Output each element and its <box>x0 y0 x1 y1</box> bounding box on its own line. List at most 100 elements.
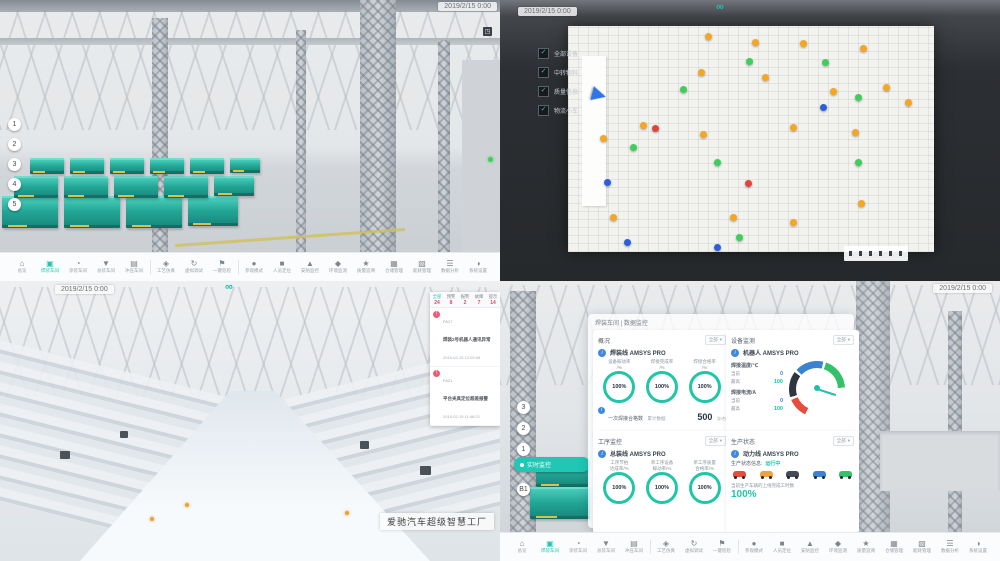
hotspot-badge[interactable]: 3 <box>8 158 21 171</box>
toolbar-item[interactable]: ↻ 虚拟调试 <box>682 539 707 555</box>
toolbar-item[interactable]: ▧ 能耗管理 <box>910 539 935 555</box>
toolbar-item[interactable]: ▲ 安防监控 <box>298 259 323 275</box>
checkbox-icon[interactable]: ✓ <box>538 48 549 59</box>
map-marker[interactable] <box>700 131 707 138</box>
toolbar-item[interactable]: ▼ 总装车间 <box>94 259 119 275</box>
hotspot-badge[interactable]: 5 <box>8 198 21 211</box>
hotspot-badge[interactable]: 4 <box>8 178 21 191</box>
map-marker[interactable] <box>855 94 862 101</box>
toolbar-item[interactable]: ◆ 环境监测 <box>326 259 351 275</box>
map-marker[interactable] <box>714 244 721 251</box>
map-marker[interactable] <box>800 40 807 47</box>
toolbar-item[interactable] <box>650 540 651 554</box>
map-marker[interactable] <box>855 159 862 166</box>
legend-row[interactable]: ✓ 物流小车 <box>538 105 578 116</box>
hotspot-badge[interactable]: 1 <box>8 118 21 131</box>
legend-row[interactable]: ✓ 全部设备 <box>538 48 578 59</box>
map-marker[interactable] <box>640 122 647 129</box>
filter-select[interactable]: 全部 ▾ <box>705 335 726 345</box>
toolbar-item[interactable]: ⌂ 总览 <box>10 259 35 275</box>
alarm-list-item[interactable]: ! FA17 焊装2号机器人通讯异常 2019-02-15 12:05:08 <box>430 308 500 367</box>
expand-button[interactable]: ◳ <box>483 27 492 36</box>
toolbar-item[interactable] <box>738 540 739 554</box>
checkbox-icon[interactable]: ✓ <box>538 67 549 78</box>
map-marker[interactable] <box>714 159 721 166</box>
map-marker[interactable] <box>610 214 617 221</box>
map-marker[interactable] <box>680 86 687 93</box>
map-marker[interactable] <box>624 239 631 246</box>
map-marker[interactable] <box>822 59 829 66</box>
toolbar-item[interactable] <box>238 260 239 274</box>
toolbar-item[interactable]: ■ 人员定位 <box>770 539 795 555</box>
toolbar-item[interactable]: ● 参观模式 <box>242 259 267 275</box>
toolbar-item[interactable]: ■ 人员定位 <box>270 259 295 275</box>
toolbar-item[interactable]: ▦ 仓储管理 <box>382 259 407 275</box>
map-marker[interactable] <box>858 200 865 207</box>
toolbar-item[interactable]: ◈ 工艺仿真 <box>154 259 179 275</box>
toolbar-item[interactable]: ◆ 环境监测 <box>826 539 851 555</box>
toolbar-item[interactable]: ★ 质量追溯 <box>354 259 379 275</box>
checkbox-icon[interactable]: ✓ <box>538 86 549 97</box>
map-marker[interactable] <box>830 88 837 95</box>
toolbar-item[interactable]: ▦ 仓储管理 <box>882 539 907 555</box>
map-marker[interactable] <box>698 69 705 76</box>
map-marker[interactable] <box>883 84 890 91</box>
map-marker[interactable] <box>905 99 912 106</box>
floor-badge[interactable]: 3 <box>517 401 530 414</box>
toolbar-item[interactable]: ⚑ 一键巡检 <box>210 259 235 275</box>
floor-badge[interactable]: 2 <box>517 422 530 435</box>
map-marker[interactable] <box>600 135 607 142</box>
map-marker[interactable] <box>630 144 637 151</box>
map-marker[interactable] <box>736 234 743 241</box>
alarm-tab[interactable]: 全部 24 <box>430 292 444 307</box>
legend-row[interactable]: ✓ 质量信息 <box>538 86 578 97</box>
toolbar-item[interactable]: ▼ 总装车间 <box>594 539 619 555</box>
toolbar-item[interactable]: ▧ 能耗管理 <box>410 259 435 275</box>
map-marker[interactable] <box>604 179 611 186</box>
toolbar-item[interactable]: ★ 质量追溯 <box>854 539 879 555</box>
map-marker[interactable] <box>730 214 737 221</box>
map-marker[interactable] <box>746 58 753 65</box>
map-marker[interactable] <box>752 39 759 46</box>
toolbar-item[interactable]: ● 参观模式 <box>742 539 767 555</box>
toolbar-item[interactable]: ☰ 数据分析 <box>938 539 963 555</box>
toolbar-item[interactable]: ▲ 安防监控 <box>798 539 823 555</box>
toolbar-item[interactable]: ☰ 数据分析 <box>438 259 463 275</box>
map-marker[interactable] <box>790 219 797 226</box>
map-marker[interactable] <box>705 33 712 40</box>
toolbar-item[interactable]: ▣ 焊装车间 <box>38 259 63 275</box>
toolbar-item[interactable]: ▤ 冲压车间 <box>122 259 147 275</box>
toolbar-item[interactable]: ▤ 冲压车间 <box>622 539 647 555</box>
alarm-list-item[interactable]: ! FA21 平台夹具定位超差报警 2019-02-15 11:48:22 <box>430 367 500 426</box>
toolbar-item[interactable]: ▣ 焊装车间 <box>538 539 563 555</box>
map-marker[interactable] <box>820 104 827 111</box>
filter-select[interactable]: 全部 ▾ <box>833 436 854 446</box>
toolbar-item[interactable] <box>150 260 151 274</box>
toolbar-item[interactable]: ◔ 涂装车间 <box>66 259 91 275</box>
toolbar-item[interactable]: ◔ 涂装车间 <box>566 539 591 555</box>
toolbar-item[interactable]: ⚑ 一键巡检 <box>710 539 735 555</box>
minimap[interactable] <box>844 246 908 261</box>
toolbar-item[interactable]: ◑ 系统设置 <box>966 539 991 555</box>
alarm-tab[interactable]: 故障 7 <box>472 292 486 307</box>
hotspot-badge[interactable]: 2 <box>8 138 21 151</box>
toolbar-item[interactable]: ◑ 系统设置 <box>466 259 491 275</box>
filter-select[interactable]: 全部 ▾ <box>833 335 854 345</box>
checkbox-icon[interactable]: ✓ <box>538 105 549 116</box>
alarm-tab[interactable]: 提示 14 <box>486 292 500 307</box>
legend-row[interactable]: ✓ 中转物料 <box>538 67 578 78</box>
alarm-tab[interactable]: 报警 2 <box>458 292 472 307</box>
map-marker[interactable] <box>745 180 752 187</box>
map-marker[interactable] <box>652 125 659 132</box>
live-monitor-pill[interactable]: 实时监控 <box>514 457 590 472</box>
alarm-tab[interactable]: 预警 8 <box>444 292 458 307</box>
map-marker[interactable] <box>860 45 867 52</box>
filter-select[interactable]: 全部 ▾ <box>705 436 726 446</box>
floor-badge[interactable]: 1 <box>517 443 530 456</box>
toolbar-item[interactable]: ⌂ 总览 <box>510 539 535 555</box>
map-marker[interactable] <box>762 74 769 81</box>
toolbar-item[interactable]: ↻ 虚拟调试 <box>182 259 207 275</box>
map-marker[interactable] <box>790 124 797 131</box>
floor-badge[interactable]: B1 <box>517 483 530 496</box>
map-marker[interactable] <box>852 129 859 136</box>
